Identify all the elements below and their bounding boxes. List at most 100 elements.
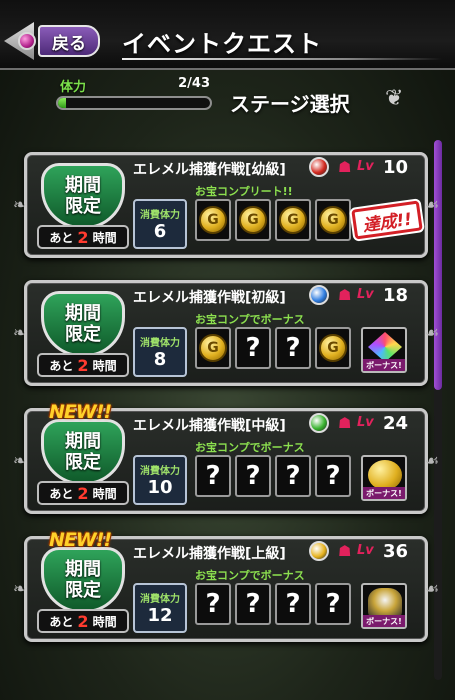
- time-remaining-unit: 時間: [92, 614, 117, 629]
- treasure-slots: ????: [195, 583, 351, 625]
- limited-line1: 期間: [65, 431, 101, 452]
- ornament-right-icon: ☙: [424, 195, 439, 214]
- limited-line2: 限定: [65, 196, 101, 217]
- time-remaining: あと 2 時間: [37, 609, 129, 633]
- treasure-slot: G: [275, 199, 311, 241]
- time-remaining: あと 2 時間: [37, 481, 129, 505]
- bonus-caption: ボーナス!: [363, 487, 405, 499]
- limited-shield-icon: 期間 限定: [41, 163, 125, 229]
- stamina-cost-label: 消費体力: [140, 210, 180, 221]
- stamina-cost-box: 消費体力 6: [133, 199, 187, 249]
- bonus-caption: ボーナス!: [363, 359, 405, 371]
- wind-element-icon: [309, 413, 329, 433]
- time-remaining: あと 2 時間: [37, 225, 129, 249]
- ornament-right-icon: ☙: [424, 579, 439, 598]
- ornament-left-icon: ❧: [13, 195, 27, 214]
- treasure-label: お宝コンプリート!!: [195, 185, 293, 198]
- bonus-reward[interactable]: ボーナス!: [361, 327, 407, 373]
- quest-card[interactable]: ❧ ☙ 期間 限定 あと 2 時間 エレメル捕獲作戦[幼級] ☗ Lv 10 消費体力 6 お宝コンプリー…: [13, 152, 439, 258]
- treasure-slot: G: [315, 327, 351, 369]
- title-underline: [122, 58, 442, 60]
- level-label: Lv: [357, 159, 374, 174]
- gold-coin-icon: G: [199, 334, 227, 362]
- unknown-treasure-icon: ?: [245, 461, 261, 491]
- treasure-slots: ????: [195, 455, 351, 497]
- back-label: 戻る: [38, 25, 100, 57]
- time-remaining-number: 2: [77, 483, 89, 503]
- treasure-label: お宝コンプでボーナス: [195, 313, 305, 326]
- back-button[interactable]: 戻る: [4, 22, 100, 60]
- stamina-cost-label: 消費体力: [140, 338, 180, 349]
- stamina-cost-box: 消費体力 12: [133, 583, 187, 633]
- gem-icon: [18, 32, 36, 50]
- time-remaining-prefix: あと: [49, 614, 74, 629]
- level-label: Lv: [357, 287, 374, 302]
- bonus-reward[interactable]: ボーナス!: [361, 583, 407, 629]
- unknown-treasure-icon: ?: [285, 333, 301, 363]
- treasure-slot: ?: [195, 583, 231, 625]
- stamina-value: 2/43: [178, 76, 210, 91]
- new-badge: NEW!!: [49, 529, 112, 551]
- unknown-treasure-icon: ?: [205, 589, 221, 619]
- limited-time-emblem: NEW!! 期間 限定 あと 2 時間: [37, 401, 129, 509]
- water-element-icon: [309, 285, 329, 305]
- completed-stamp: 達成!!: [351, 200, 423, 240]
- level-label: Lv: [357, 415, 374, 430]
- ornament-left-icon: ❧: [13, 579, 27, 598]
- time-remaining-unit: 時間: [92, 486, 117, 501]
- level-value: 18: [383, 285, 409, 306]
- enemy-face-icon: ☗: [338, 158, 352, 176]
- time-remaining-unit: 時間: [92, 358, 117, 373]
- level-value: 10: [383, 157, 409, 178]
- treasure-slot: ?: [235, 583, 271, 625]
- limited-time-emblem: 期間 限定 あと 2 時間: [37, 163, 129, 253]
- bonus-reward[interactable]: ボーナス!: [361, 455, 407, 501]
- enemy-face-icon: ☗: [338, 286, 352, 304]
- treasure-slots: GGGG: [195, 199, 351, 241]
- quest-card[interactable]: ❧ ☙ 期間 限定 あと 2 時間 エレメル捕獲作戦[初級] ☗ Lv 18 消費体力 8 お宝コンプでボ…: [13, 280, 439, 386]
- stamina-cost-value: 6: [153, 221, 167, 242]
- limited-shield-icon: 期間 限定: [41, 419, 125, 485]
- scrollbar[interactable]: [434, 140, 442, 680]
- stamina-cost-label: 消費体力: [140, 466, 180, 477]
- limited-line1: 期間: [65, 559, 101, 580]
- time-remaining: あと 2 時間: [37, 353, 129, 377]
- treasure-label: お宝コンプでボーナス: [195, 569, 305, 582]
- scroll-thumb[interactable]: [434, 140, 442, 390]
- stamina-bar-fill: [58, 98, 66, 108]
- treasure-slot: ?: [195, 455, 231, 497]
- stamina-cost-box: 消費体力 10: [133, 455, 187, 505]
- time-remaining-number: 2: [77, 355, 89, 375]
- quest-name: エレメル捕獲作戦[上級]: [133, 546, 286, 562]
- quest-name: エレメル捕獲作戦[初級]: [133, 290, 286, 306]
- quest-card[interactable]: ❧ ☙ NEW!! 期間 限定 あと 2 時間 エレメル捕獲作戦[中級] ☗ Lv 24 消費体力 10 お…: [13, 401, 439, 514]
- unknown-treasure-icon: ?: [205, 461, 221, 491]
- enemy-face-icon: ☗: [338, 542, 352, 560]
- bonus-caption: ボーナス!: [363, 615, 405, 627]
- coin-reward-icon: [368, 460, 402, 490]
- stamina-cost-value: 10: [147, 477, 173, 498]
- unknown-treasure-icon: ?: [245, 333, 261, 363]
- light-element-icon: [309, 541, 329, 561]
- treasure-slot: G: [195, 199, 231, 241]
- gold-coin-icon: G: [319, 206, 347, 234]
- stamina-label: 体力: [60, 80, 87, 95]
- limited-shield-icon: 期間 限定: [41, 547, 125, 613]
- limited-time-emblem: NEW!! 期間 限定 あと 2 時間: [37, 529, 129, 637]
- limited-line2: 限定: [65, 580, 101, 601]
- quest-card[interactable]: ❧ ☙ NEW!! 期間 限定 あと 2 時間 エレメル捕獲作戦[上級] ☗ Lv 36 消費体力 12 お…: [13, 529, 439, 642]
- stamina-bar: [56, 96, 212, 110]
- limited-line2: 限定: [65, 324, 101, 345]
- flourish-icon: ❦: [385, 86, 404, 111]
- stamina-cost-value: 8: [153, 349, 167, 370]
- treasure-slot: ?: [235, 327, 271, 369]
- time-remaining-number: 2: [77, 227, 89, 247]
- treasure-slot: G: [315, 199, 351, 241]
- quest-name: エレメル捕獲作戦[幼級]: [133, 162, 286, 178]
- treasure-slot: ?: [235, 455, 271, 497]
- limited-line1: 期間: [65, 175, 101, 196]
- page-title: イベントクエスト: [122, 30, 322, 58]
- time-remaining-prefix: あと: [49, 358, 74, 373]
- treasure-slot: ?: [275, 455, 311, 497]
- treasure-slot: ?: [315, 455, 351, 497]
